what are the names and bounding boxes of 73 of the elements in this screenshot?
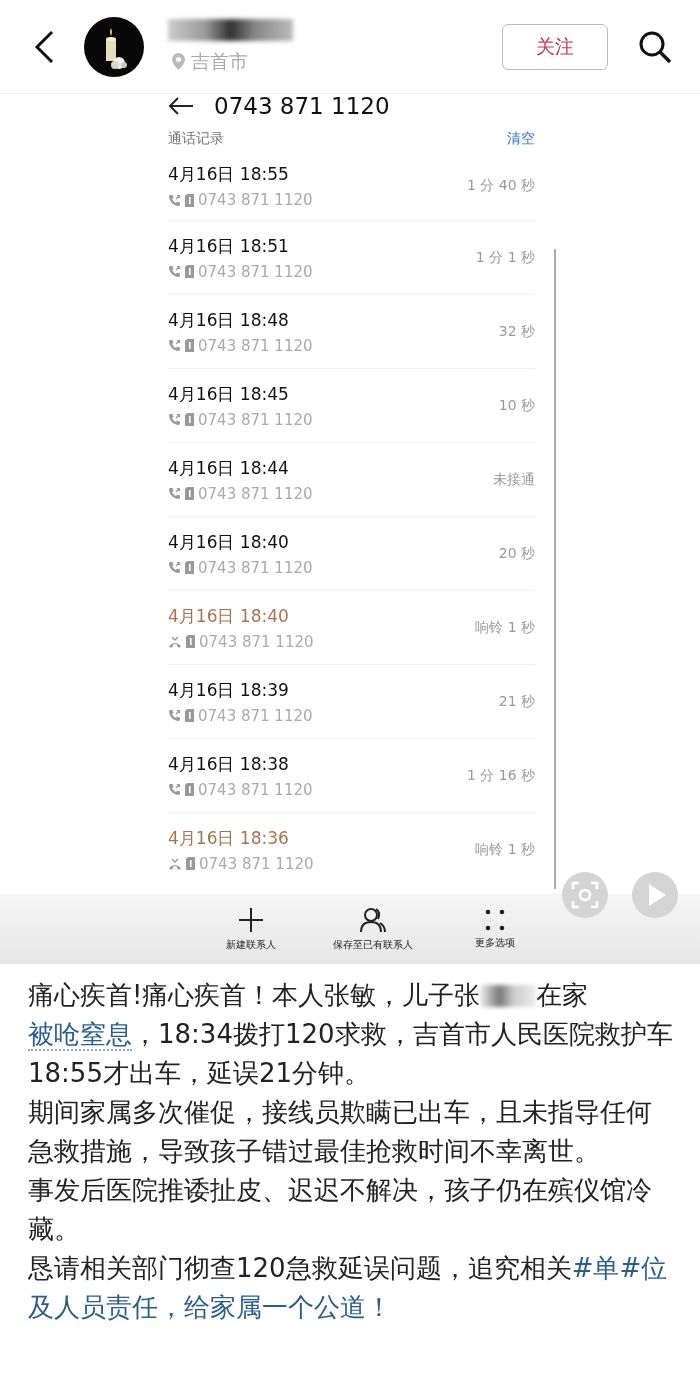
call-number: 0743 871 1120	[198, 410, 313, 429]
call-time: 4月16日 18:51	[168, 234, 290, 258]
call-duration: 32 秒	[498, 322, 535, 341]
section-title: 通话记录	[168, 130, 224, 148]
call-time: 4月16日 18:40	[168, 530, 290, 554]
call-duration: 响铃 1 秒	[475, 618, 535, 637]
keyword-link[interactable]: 被呛窒息	[28, 1019, 132, 1051]
call-duration: 1 分 16 秒	[466, 766, 535, 785]
hashtag-link[interactable]: 及人员责任，给家属一个公道！	[28, 1292, 392, 1322]
location-label: 吉首市	[191, 48, 248, 74]
outgoing-call-icon	[168, 709, 181, 722]
call-number: 0743 871 1120	[198, 484, 313, 503]
sim-card-icon	[185, 783, 194, 796]
sim-card-icon	[185, 339, 194, 352]
call-time: 4月16日 18:39	[168, 678, 290, 702]
sim-card-icon	[185, 561, 194, 574]
post-paragraph: 期间家属多次催促，接线员欺瞒已出车，且未指导任何急救措施，导致孩子错过最佳抢救时间不幸离世。	[28, 1096, 653, 1168]
call-number: 0743 871 1120	[198, 780, 313, 799]
call-time: 4月16日 18:45	[168, 382, 290, 406]
location-pin-icon	[172, 53, 185, 70]
call-time: 4月16日 18:40	[168, 604, 290, 628]
follow-button[interactable]: 关注	[502, 23, 608, 70]
outgoing-call-icon	[168, 487, 181, 500]
call-time: 4月16日 18:55	[168, 163, 290, 186]
sim-card-icon	[185, 265, 194, 278]
call-duration: 未接通	[493, 470, 535, 489]
phone-number-title: 0743 871 1120	[214, 94, 390, 119]
redacted-name	[480, 985, 537, 1007]
call-duration: 1 分 1 秒	[475, 248, 535, 267]
call-number: 0743 871 1120	[198, 558, 313, 577]
post-paragraph: 事发后医院推诿扯皮、迟迟不解决，孩子仍在殡仪馆冷藏。	[28, 1174, 653, 1246]
action-label[interactable]: 新建联系人	[226, 937, 276, 952]
outgoing-call-icon	[168, 339, 181, 352]
post-paragraph: 痛心疾首!痛心疾首！本人张敏，儿子张 在家 被呛窒息，18:34拨打120求救，吉首市人民医院救护车18:55才出车，延误21分钟。	[28, 979, 673, 1090]
call-time: 4月16日 18:48	[168, 308, 290, 332]
outgoing-call-icon	[168, 265, 181, 278]
call-number: 0743 871 1120	[198, 262, 313, 281]
clear-link[interactable]: 清空	[507, 130, 535, 152]
action-label[interactable]: 保存至已有联系人	[333, 937, 413, 952]
outgoing-call-icon	[168, 561, 181, 574]
call-time: 4月16日 18:36	[168, 826, 290, 850]
call-number: 0743 871 1120	[198, 191, 313, 209]
sim-card-icon	[185, 193, 194, 207]
call-time: 4月16日 18:44	[168, 456, 290, 480]
call-duration: 10 秒	[498, 396, 535, 415]
call-number: 0743 871 1120	[199, 854, 314, 873]
hashtag-link[interactable]: #单#位	[571, 1253, 668, 1283]
sim-card-icon	[185, 413, 194, 426]
sim-card-icon	[186, 635, 195, 648]
outgoing-call-icon	[168, 413, 181, 426]
back-icon[interactable]	[34, 29, 54, 64]
more-icon[interactable]	[485, 908, 505, 931]
outgoing-call-icon	[168, 783, 181, 796]
call-number: 0743 871 1120	[199, 632, 314, 651]
search-icon[interactable]	[638, 29, 672, 64]
call-duration: 响铃 1 秒	[475, 840, 535, 859]
call-time: 4月16日 18:38	[168, 752, 290, 776]
back-arrow-icon[interactable]	[168, 97, 194, 115]
missed-call-icon	[168, 857, 182, 870]
plus-icon[interactable]	[238, 906, 264, 933]
person-icon[interactable]	[360, 906, 386, 933]
call-duration: 21 秒	[498, 692, 535, 711]
call-duration: 20 秒	[498, 544, 535, 563]
outgoing-call-icon	[168, 193, 181, 207]
sim-card-icon	[185, 487, 194, 500]
missed-call-icon	[168, 635, 182, 648]
action-label[interactable]: 更多选项	[475, 935, 515, 950]
post-paragraph: 恳请相关部门彻查120急救延误问题，追究相关#单#位 及人员责任，给家属一个公道！	[28, 1252, 669, 1324]
call-number: 0743 871 1120	[198, 706, 313, 725]
sim-card-icon	[186, 857, 195, 870]
sim-card-icon	[185, 709, 194, 722]
call-duration: 1 分 40 秒	[466, 177, 535, 195]
call-number: 0743 871 1120	[198, 336, 313, 355]
